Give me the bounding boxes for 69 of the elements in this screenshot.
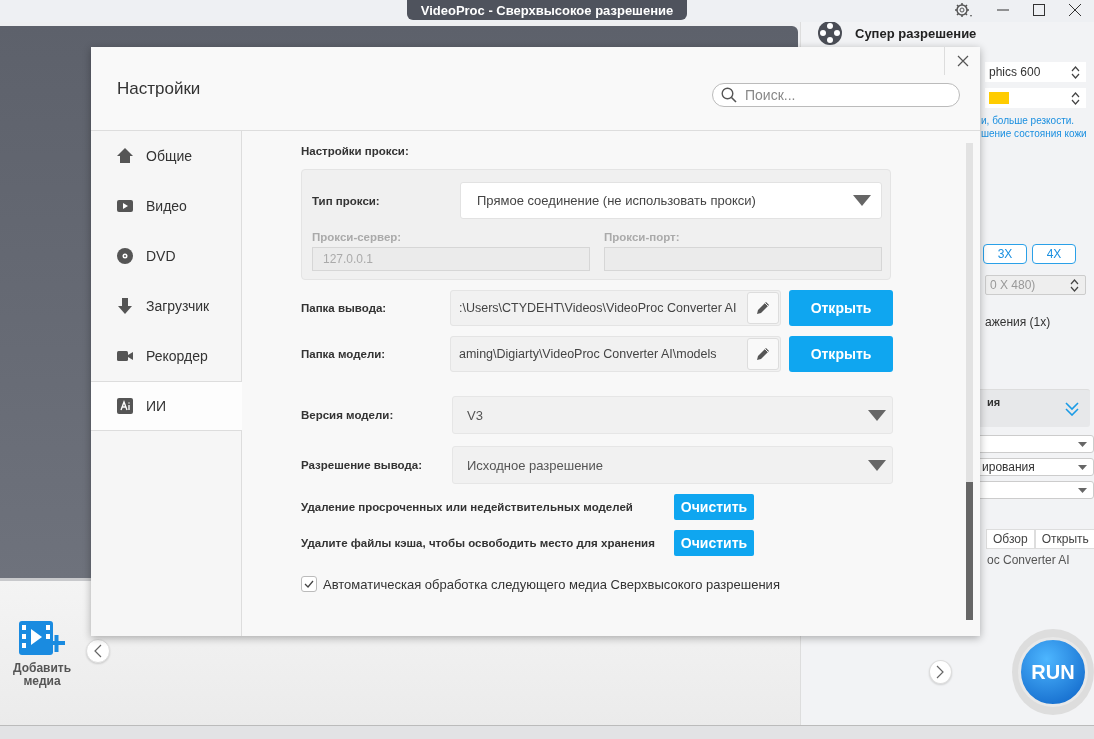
section-heading: Настройки прокси: xyxy=(301,145,410,159)
dropdown-arrow-icon xyxy=(868,409,886,421)
folder-button[interactable]: Открыть xyxy=(1034,529,1094,549)
badge-icon xyxy=(116,397,134,415)
folder-path: ос Converter AI xyxy=(986,552,1071,567)
pencil-icon xyxy=(755,346,771,362)
maximize-icon[interactable] xyxy=(1032,3,1046,17)
window-title: VideoProc - Сверхвысокое разрешение xyxy=(406,0,688,20)
edit-button[interactable] xyxy=(747,292,779,324)
scrollbar[interactable] xyxy=(966,143,973,620)
check-icon xyxy=(304,580,314,588)
sidebar-item[interactable]: Рекордер xyxy=(91,331,241,381)
field-label: Папка вывода: xyxy=(301,302,388,314)
close-icon[interactable] xyxy=(1068,3,1082,17)
checkbox[interactable] xyxy=(301,576,317,592)
dropdown-arrow-icon xyxy=(1078,441,1087,447)
up-down-arrows-icon xyxy=(1071,65,1080,79)
scale-button[interactable]: 3X xyxy=(983,244,1027,264)
up-down-arrows-icon xyxy=(1070,278,1079,292)
quality-bar xyxy=(989,92,1009,104)
sidebar-item[interactable]: DVD xyxy=(91,231,241,281)
dropdown[interactable]: V3 xyxy=(452,396,893,434)
dropdown-arrow-icon xyxy=(1078,464,1087,470)
description-text: шение состояния кожи xyxy=(981,127,1088,140)
field-label: Прокси-сервер: xyxy=(312,231,403,243)
settings-icon[interactable] xyxy=(954,2,974,18)
action-label: Удаление просроченных или недействительных моделей xyxy=(301,501,634,513)
add-media-button[interactable]: Добавить медиа xyxy=(12,619,72,688)
home-icon xyxy=(116,147,134,165)
pencil-icon xyxy=(755,300,771,316)
gpu-select[interactable]: phics 600 xyxy=(985,62,1086,82)
scale-note: ажения (1x) xyxy=(985,315,1052,329)
dropdown[interactable]: Исходное разрешение xyxy=(452,446,893,484)
disc-icon xyxy=(116,247,134,265)
description-text: и, больше резкости. xyxy=(981,114,1076,127)
film-reel-icon xyxy=(817,20,843,46)
dropdown-arrow-icon xyxy=(1078,487,1087,493)
sidebar-item[interactable]: Загрузчик xyxy=(91,281,241,331)
dialog-title: Настройки xyxy=(117,78,201,99)
previous-button[interactable] xyxy=(86,639,110,663)
edit-button[interactable] xyxy=(747,338,779,370)
play-icon xyxy=(116,197,134,215)
field-label: Версия модели: xyxy=(301,409,395,421)
next-button[interactable] xyxy=(929,660,952,684)
field-label: Разрешение вывода: xyxy=(301,459,423,471)
sidebar-item[interactable]: Видео xyxy=(91,181,241,231)
scale-button[interactable]: 4X xyxy=(1032,244,1076,264)
folder-button[interactable]: Обзор xyxy=(986,529,1035,549)
close-icon xyxy=(956,55,969,67)
chevron-right-icon xyxy=(936,665,945,679)
download-icon xyxy=(116,297,134,315)
up-down-arrows-icon xyxy=(1071,91,1080,105)
proxy-type-select[interactable]: Прямое соединение (не использовать прокси) xyxy=(460,182,882,219)
action-label: Удалите файлы кэша, чтобы освободить место для хранения xyxy=(301,537,656,549)
search-field[interactable]: Поиск... xyxy=(712,82,960,107)
section-title: ия xyxy=(987,396,1001,408)
field-label: Тип прокси: xyxy=(312,194,381,207)
field-label: Прокси-порт: xyxy=(604,231,681,243)
panel-title: Супер разрешение xyxy=(855,25,977,41)
chevron-left-icon xyxy=(94,644,102,658)
sidebar-item[interactable]: Общие xyxy=(91,131,241,181)
dropdown-arrow-icon xyxy=(853,195,871,206)
path-field[interactable]: aming\Digiarty\VideoProc Converter AI\models xyxy=(450,336,781,372)
dropdown-arrow-icon xyxy=(868,459,886,471)
field-label: Папка модели: xyxy=(301,348,387,360)
path-field[interactable]: :\Users\CTYDEHT\Videos\VideoProc Converter AI xyxy=(450,290,781,326)
checkbox-label: Автоматическая обработка следующего медиа Сверхвысокого разрешения xyxy=(323,576,780,592)
scrollbar-thumb[interactable] xyxy=(966,482,973,620)
sidebar-item[interactable]: ИИ xyxy=(91,381,242,431)
